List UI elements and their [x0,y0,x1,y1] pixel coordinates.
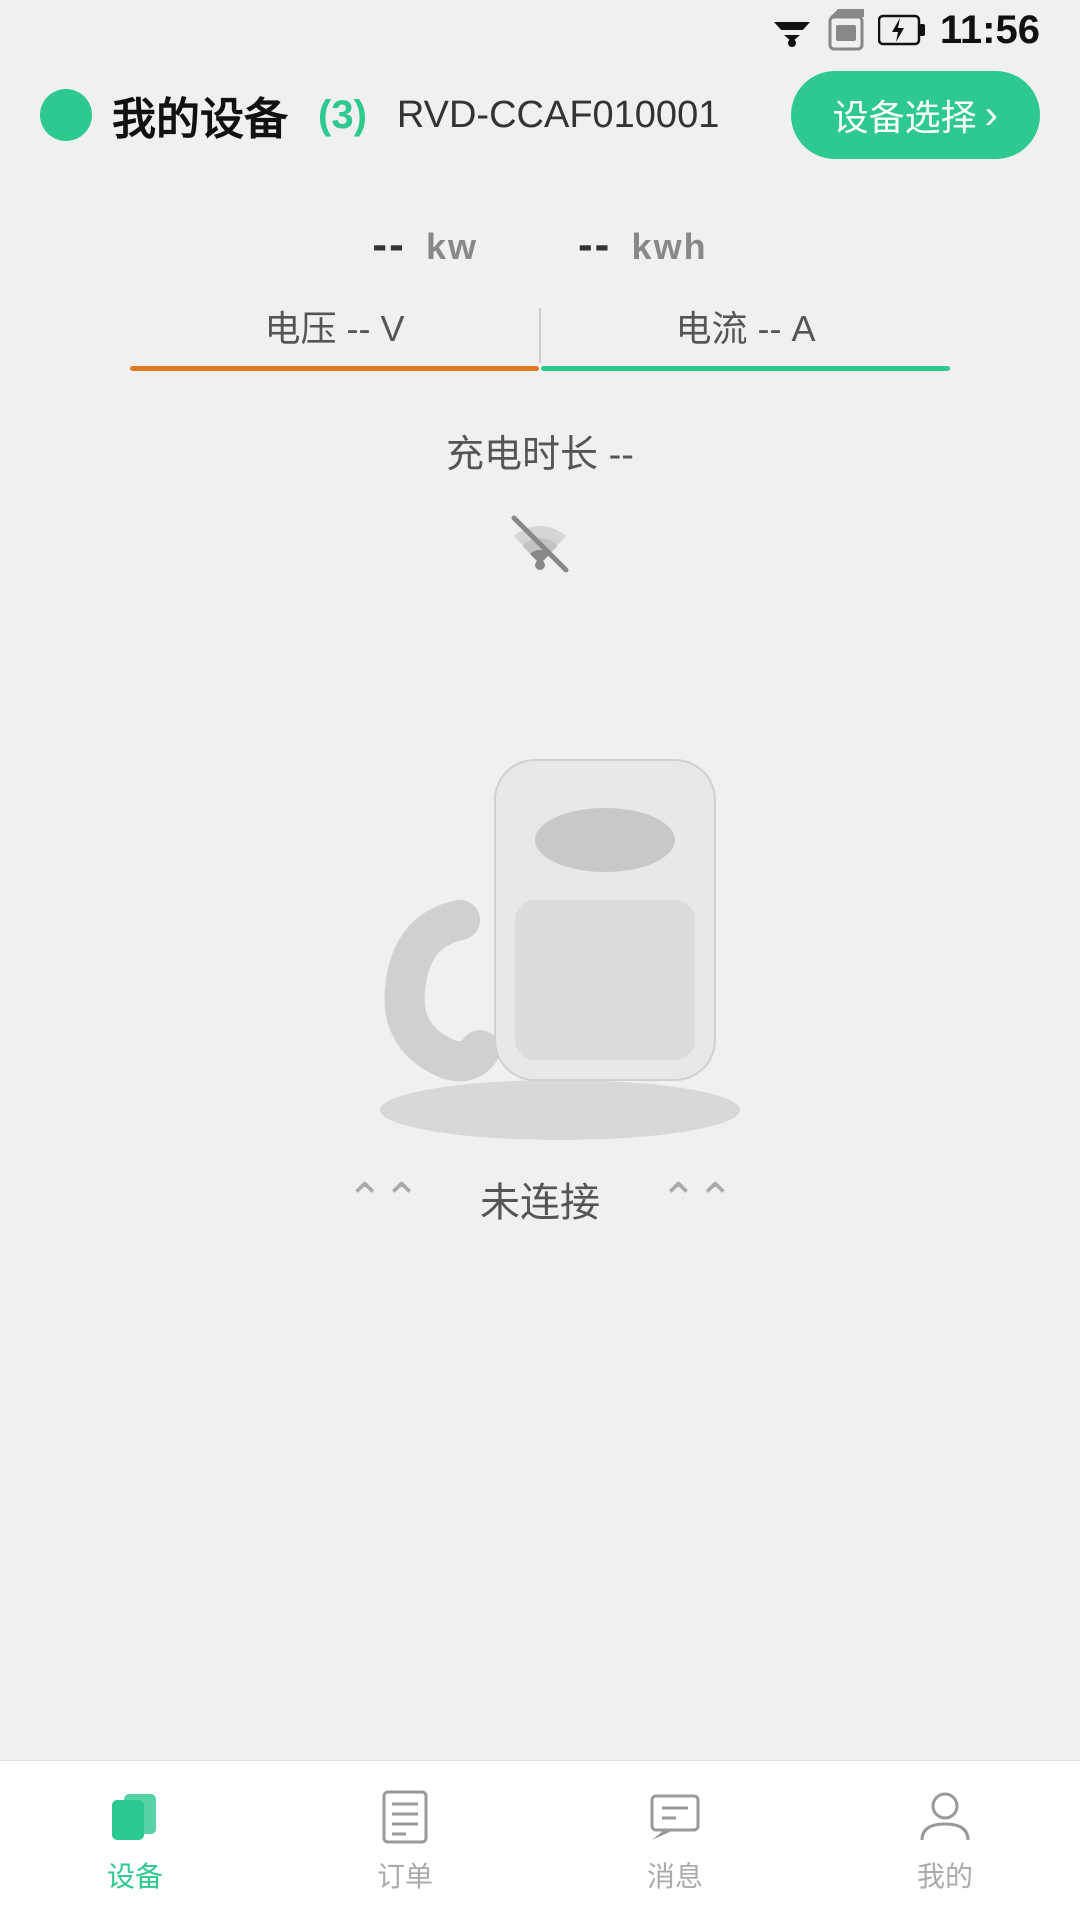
message-icon [645,1787,705,1847]
mine-icon [915,1787,975,1847]
vc-row: 电压 -- V 电流 -- A [130,300,950,383]
nav-item-order[interactable]: 订单 [270,1787,540,1895]
nav-item-device[interactable]: 设备 [0,1787,270,1895]
header-dot [40,89,92,141]
status-chevron-left: ⌃⌃ [346,1174,420,1225]
order-icon [375,1787,435,1847]
main-content: -- kw -- kwh 电压 -- V 电流 -- A 充电时长 -- [0,170,1080,1268]
bottom-nav: 设备 订单 消息 [0,1760,1080,1920]
header-device-id: RVD-CCAF010001 [397,94,719,137]
voltage-underline [130,366,539,371]
wifi-off-icon [504,508,576,580]
power-item: -- kw [372,220,478,270]
device-select-button[interactable]: 设备选择 [791,71,1040,159]
charger-svg [330,620,750,1140]
charge-duration: 充电时长 -- [446,423,634,478]
nav-label-mine: 我的 [917,1855,973,1895]
current-item: 电流 -- A [541,300,950,383]
header: 我的设备 (3) RVD-CCAF010001 设备选择 [0,60,1080,170]
wifi-icon [770,12,814,48]
current-label: 电流 -- A [676,300,816,352]
charger-illustration [290,630,790,1130]
energy-value: -- kwh [578,220,708,270]
battery-icon [878,12,926,48]
status-time: 11:56 [940,8,1040,53]
power-value: -- kw [372,220,478,270]
header-title: 我的设备 [112,83,288,147]
sim-icon [828,9,864,51]
power-unit: kw [426,226,478,267]
nav-label-order: 订单 [377,1855,433,1895]
energy-item: -- kwh [578,220,708,270]
nav-item-message[interactable]: 消息 [540,1787,810,1895]
device-icon [105,1787,165,1847]
nav-label-device: 设备 [107,1855,163,1895]
voltage-label: 电压 -- V [265,300,405,352]
status-icons: 11:56 [770,8,1040,53]
status-row: ⌃⌃ 未连接 ⌃⌃ [346,1170,733,1228]
status-bar: 11:56 [0,0,1080,60]
power-row: -- kw -- kwh [372,220,707,270]
status-chevron-right: ⌃⌃ [660,1174,734,1225]
nav-item-mine[interactable]: 我的 [810,1787,1080,1895]
energy-unit: kwh [632,226,708,267]
connection-status-text: 未连接 [480,1170,600,1228]
current-underline [541,366,950,371]
header-count: (3) [318,93,367,138]
voltage-item: 电压 -- V [130,300,539,383]
nav-label-message: 消息 [647,1855,703,1895]
